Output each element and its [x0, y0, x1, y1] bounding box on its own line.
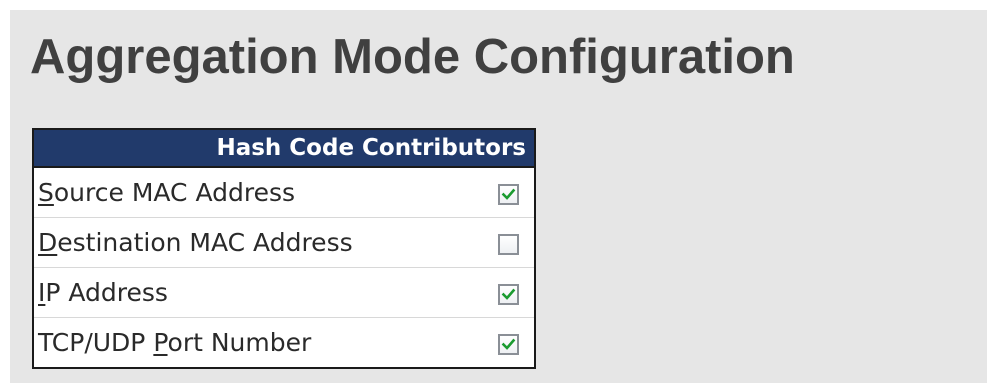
label-rest: ource MAC Address — [53, 178, 296, 207]
row-check-cell — [482, 317, 535, 368]
page-title: Aggregation Mode Configuration — [30, 30, 795, 84]
hash-row-ip-address: IP Address — [33, 267, 535, 318]
checkmark-icon — [501, 338, 515, 350]
destination-mac-label[interactable]: Destination MAC Address — [38, 228, 353, 257]
table-header: Hash Code Contributors — [33, 129, 535, 168]
hash-row-source-mac: Source MAC Address — [33, 166, 535, 218]
table-header-row: Hash Code Contributors — [33, 129, 535, 168]
content-panel: Aggregation Mode Configuration Hash Code… — [10, 10, 987, 383]
ip-address-label[interactable]: IP Address — [38, 278, 168, 307]
row-label: Destination MAC Address — [33, 217, 482, 268]
hash-code-table: Hash Code Contributors Source MAC Addres… — [32, 128, 536, 369]
port-number-checkbox[interactable] — [497, 333, 519, 355]
label-rest: ort Number — [167, 328, 312, 357]
row-label: Source MAC Address — [33, 166, 482, 218]
label-prefix: TCP/UDP — [38, 328, 154, 357]
accelerator-key: D — [38, 228, 58, 257]
accelerator-key: P — [153, 328, 168, 357]
source-mac-label[interactable]: Source MAC Address — [38, 178, 295, 207]
hash-row-destination-mac: Destination MAC Address — [33, 217, 535, 268]
port-number-label[interactable]: TCP/UDP Port Number — [38, 328, 311, 357]
source-mac-checkbox[interactable] — [497, 183, 519, 205]
ip-address-checkbox[interactable] — [497, 283, 519, 305]
row-check-cell — [482, 267, 535, 318]
checkmark-icon — [501, 288, 515, 300]
destination-mac-checkbox[interactable] — [497, 233, 519, 255]
label-rest: estination MAC Address — [57, 228, 353, 257]
hash-row-port-number: TCP/UDP Port Number — [33, 317, 535, 368]
accelerator-key: S — [38, 178, 54, 207]
row-label: IP Address — [33, 267, 482, 318]
checkmark-icon — [501, 188, 515, 200]
row-check-cell — [482, 166, 535, 218]
label-rest: P Address — [45, 278, 168, 307]
row-label: TCP/UDP Port Number — [33, 317, 482, 368]
row-check-cell — [482, 217, 535, 268]
